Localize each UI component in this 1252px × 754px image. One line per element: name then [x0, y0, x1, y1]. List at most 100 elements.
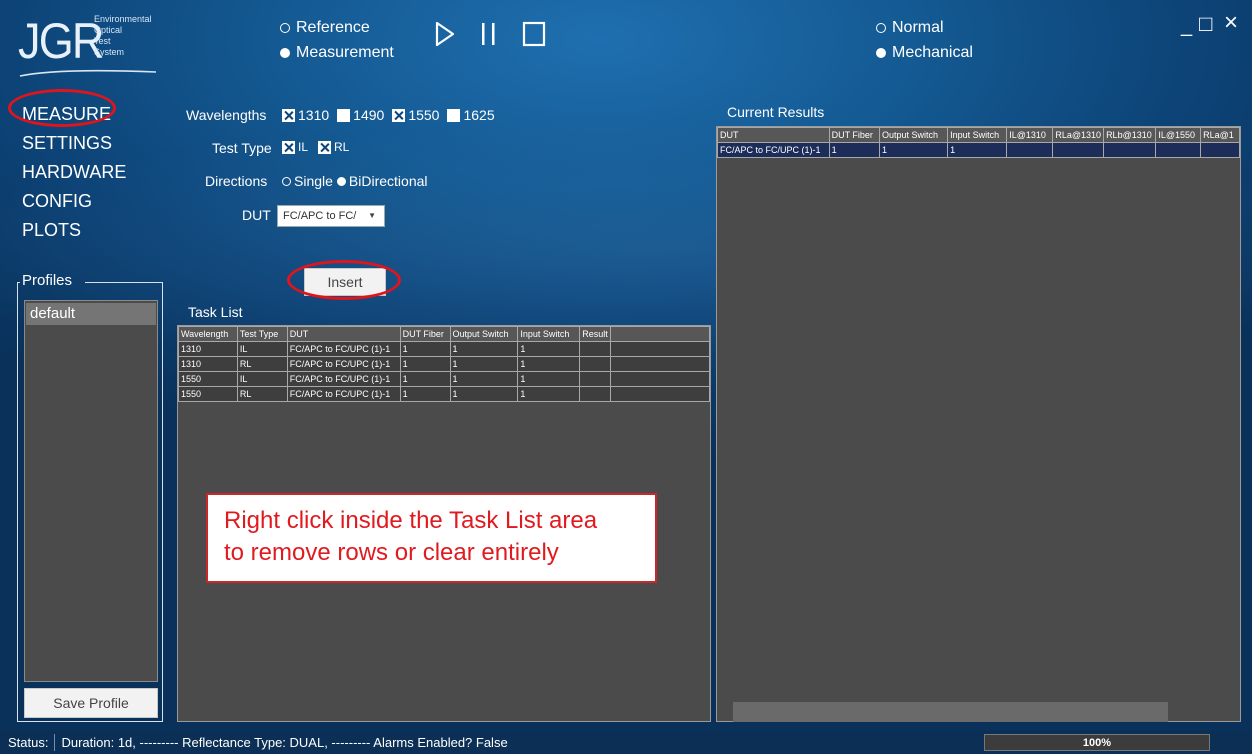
- column-header[interactable]: DUT Fiber: [399, 326, 451, 342]
- app-window: JGR Environmental Optical Test System Re…: [0, 0, 1252, 754]
- menu-config[interactable]: CONFIG: [22, 187, 126, 216]
- group-border: [85, 282, 163, 283]
- column-header[interactable]: IL@1550: [1155, 127, 1202, 143]
- side-menu: MEASURE SETTINGS HARDWARE CONFIG PLOTS: [22, 100, 126, 245]
- annotation-line: to remove rows or clear entirely: [224, 539, 559, 566]
- table-cell: 1: [449, 371, 519, 387]
- wavelength-1490-checkbox[interactable]: 1490: [337, 107, 384, 123]
- directions-label: Directions: [205, 173, 268, 189]
- task-list-header-row: Wavelength Test Type DUT DUT Fiber Outpu…: [178, 326, 710, 342]
- table-cell: 1: [517, 386, 581, 402]
- dut-select[interactable]: FC/APC to FC/ ▼: [277, 205, 385, 227]
- table-cell: 1: [449, 341, 519, 357]
- checkbox-empty-icon: [447, 108, 461, 122]
- column-header[interactable]: RLa@1: [1200, 127, 1240, 143]
- menu-measure[interactable]: MEASURE: [22, 100, 126, 129]
- wavelength-label: 1490: [353, 107, 385, 123]
- table-row[interactable]: 1310 IL FC/APC to FC/UPC (1)-1 1 1 1: [178, 341, 710, 357]
- column-header[interactable]: RLb@1310: [1103, 127, 1157, 143]
- table-cell-filler: [609, 371, 710, 387]
- direction-bidirectional-radio[interactable]: BiDirectional: [336, 173, 428, 189]
- wavelength-label: 1550: [408, 107, 440, 123]
- wavelength-1310-checkbox[interactable]: 1310: [282, 107, 329, 123]
- table-cell: 1: [449, 386, 519, 402]
- checkbox-checked-icon: [282, 140, 295, 154]
- maximize-button[interactable]: □: [1199, 13, 1212, 35]
- column-header[interactable]: Wavelength: [178, 326, 238, 342]
- wavelength-1550-checkbox[interactable]: 1550: [392, 107, 439, 123]
- radio-reference[interactable]: Reference: [280, 19, 370, 37]
- dut-selected-value: FC/APC to FC/: [283, 210, 357, 222]
- annotation-line: Right click inside the Task List area: [224, 507, 598, 534]
- table-cell: [1006, 142, 1054, 158]
- column-header[interactable]: DUT: [717, 127, 830, 143]
- wavelength-label: 1625: [463, 107, 495, 123]
- table-cell: FC/APC to FC/UPC (1)-1: [286, 341, 401, 357]
- profiles-list[interactable]: default: [24, 300, 158, 682]
- radio-reference-label: Reference: [296, 19, 370, 36]
- radio-normal-indicator: [876, 23, 886, 33]
- transport-controls: [434, 21, 570, 47]
- radio-normal[interactable]: Normal: [876, 19, 944, 37]
- test-type-rl-checkbox[interactable]: RL: [318, 140, 349, 154]
- logo-word: Optical: [94, 25, 123, 35]
- radio-measurement-indicator: [280, 48, 290, 58]
- dut-label: DUT: [242, 207, 271, 223]
- table-cell: [1103, 142, 1157, 158]
- table-cell: [1200, 142, 1240, 158]
- close-button[interactable]: ×: [1224, 11, 1238, 35]
- table-row[interactable]: 1310 RL FC/APC to FC/UPC (1)-1 1 1 1: [178, 356, 710, 372]
- profile-item-default[interactable]: default: [26, 303, 156, 325]
- radio-measurement[interactable]: Measurement: [280, 44, 394, 62]
- column-header[interactable]: DUT Fiber: [828, 127, 880, 143]
- chevron-down-icon: ▼: [368, 211, 376, 220]
- table-cell: 1: [828, 142, 880, 158]
- direction-single-radio[interactable]: Single: [282, 173, 333, 189]
- table-row[interactable]: FC/APC to FC/UPC (1)-1 1 1 1: [717, 142, 1240, 158]
- insert-button[interactable]: Insert: [304, 268, 386, 296]
- wavelengths-label: Wavelengths: [186, 107, 267, 123]
- column-header[interactable]: Input Switch: [517, 326, 581, 342]
- table-cell: 1: [399, 356, 451, 372]
- column-header[interactable]: IL@1310: [1006, 127, 1054, 143]
- table-cell: 1: [947, 142, 1008, 158]
- pause-icon[interactable]: [480, 21, 498, 47]
- column-header[interactable]: Input Switch: [947, 127, 1008, 143]
- jgr-logo: JGR Environmental Optical Test System: [14, 8, 164, 78]
- table-cell: IL: [236, 341, 288, 357]
- stop-icon[interactable]: [522, 21, 546, 47]
- minimize-button[interactable]: _: [1181, 16, 1192, 36]
- logo-word: System: [94, 47, 125, 57]
- save-profile-button[interactable]: Save Profile: [24, 688, 158, 718]
- play-icon[interactable]: [434, 21, 456, 47]
- radio-mechanical[interactable]: Mechanical: [876, 44, 973, 62]
- table-cell: FC/APC to FC/UPC (1)-1: [286, 356, 401, 372]
- test-type-il-checkbox[interactable]: IL: [282, 140, 308, 154]
- annotation-callout: Right click inside the Task List area to…: [206, 493, 657, 583]
- table-row[interactable]: 1550 IL FC/APC to FC/UPC (1)-1 1 1 1: [178, 371, 710, 387]
- current-results-grid[interactable]: DUT DUT Fiber Output Switch Input Switch…: [716, 126, 1241, 722]
- table-cell-filler: [609, 356, 710, 372]
- column-header[interactable]: RLa@1310: [1052, 127, 1105, 143]
- task-list-table: Wavelength Test Type DUT DUT Fiber Outpu…: [178, 326, 710, 402]
- logo-swoosh-icon: [19, 69, 157, 77]
- column-header[interactable]: DUT: [286, 326, 401, 342]
- table-cell: [579, 356, 611, 372]
- menu-hardware[interactable]: HARDWARE: [22, 158, 126, 187]
- menu-plots[interactable]: PLOTS: [22, 216, 126, 245]
- status-text: Duration: 1d, --------- Reflectance Type…: [61, 735, 508, 750]
- results-horizontal-scrollbar[interactable]: [733, 702, 1168, 722]
- table-cell: 1: [517, 371, 581, 387]
- checkbox-checked-icon: [392, 108, 406, 122]
- table-cell: [1052, 142, 1105, 158]
- column-header[interactable]: Result: [579, 326, 611, 342]
- wavelength-1625-checkbox[interactable]: 1625: [447, 107, 495, 123]
- column-header[interactable]: Output Switch: [449, 326, 519, 342]
- radio-measurement-label: Measurement: [296, 44, 394, 61]
- column-header[interactable]: Test Type: [236, 326, 288, 342]
- table-cell-filler: [609, 341, 710, 357]
- logo-word: Environmental: [94, 14, 152, 24]
- table-row[interactable]: 1550 RL FC/APC to FC/UPC (1)-1 1 1 1: [178, 386, 710, 402]
- column-header[interactable]: Output Switch: [878, 127, 949, 143]
- menu-settings[interactable]: SETTINGS: [22, 129, 126, 158]
